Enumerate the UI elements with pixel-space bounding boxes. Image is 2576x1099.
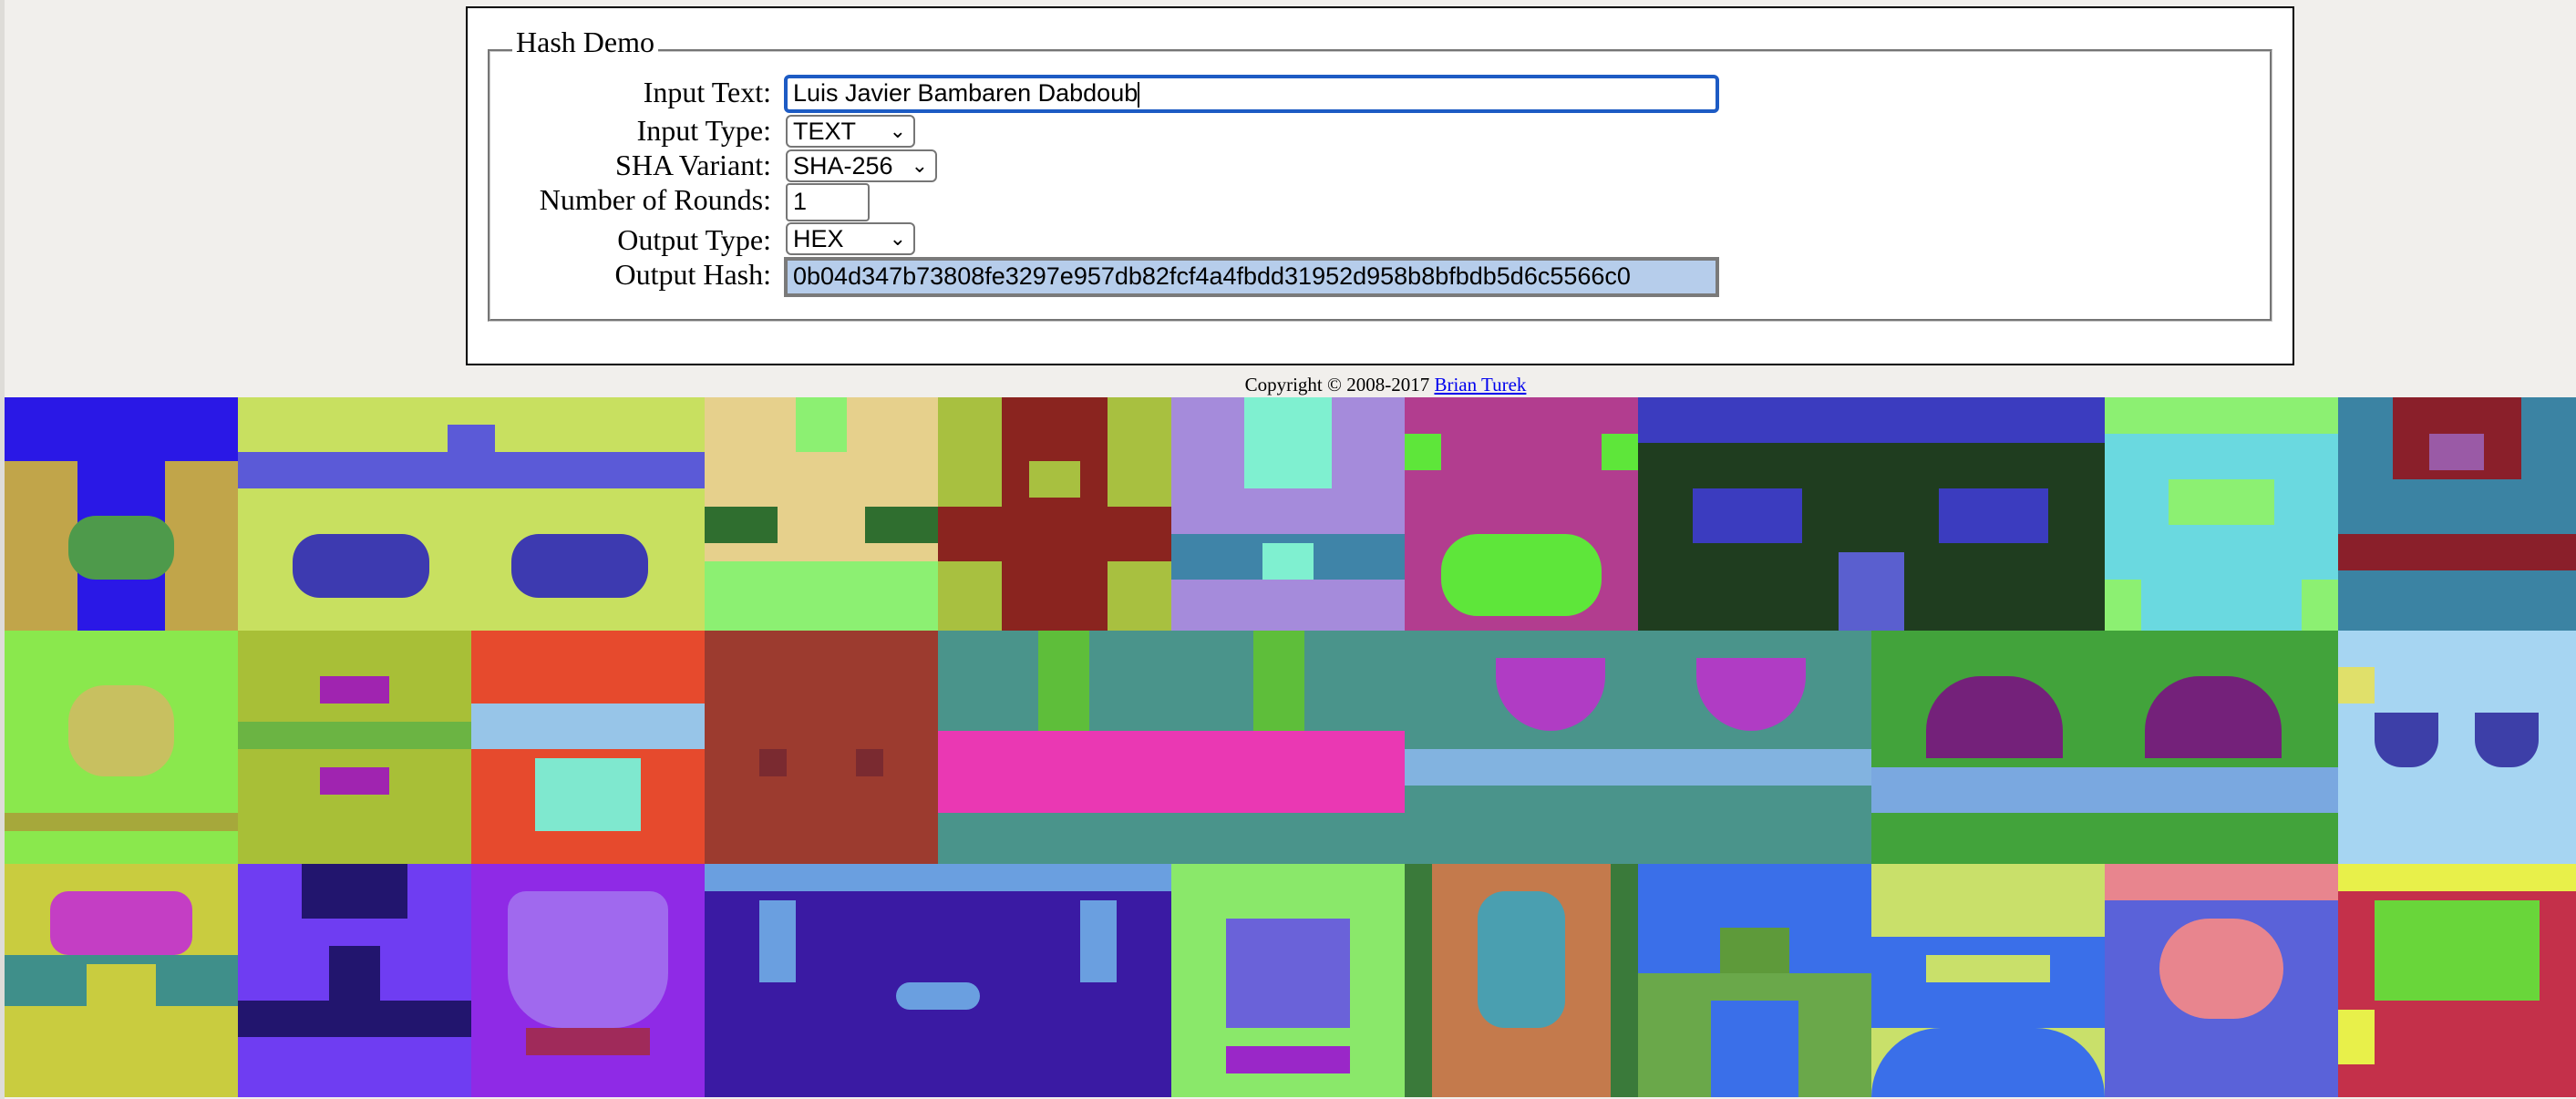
text-cursor bbox=[1138, 81, 1140, 108]
chevron-down-icon: ⌄ bbox=[889, 227, 906, 250]
input-text-label: Input Text: bbox=[643, 76, 771, 108]
mosaic-tile bbox=[705, 397, 938, 631]
identicon-mosaic bbox=[5, 397, 2576, 1099]
input-type-select[interactable]: TEXT ⌄ bbox=[786, 115, 915, 148]
chevron-down-icon: ⌄ bbox=[911, 154, 928, 177]
output-type-select[interactable]: HEX ⌄ bbox=[786, 222, 915, 255]
mosaic-tile bbox=[705, 864, 1171, 1097]
mosaic-tile bbox=[2338, 631, 2576, 864]
mosaic-tile bbox=[1171, 397, 1405, 631]
mosaic-tile bbox=[938, 631, 1405, 864]
chevron-down-icon: ⌄ bbox=[889, 119, 906, 142]
mosaic-tile bbox=[2105, 397, 2338, 631]
author-link[interactable]: Brian Turek bbox=[1434, 374, 1526, 395]
sha-variant-value: SHA-256 bbox=[793, 152, 893, 180]
output-type-label: Output Type: bbox=[617, 223, 771, 256]
mosaic-tile bbox=[238, 397, 705, 631]
mosaic-tile bbox=[1638, 864, 1871, 1097]
fieldset-legend: Hash Demo bbox=[512, 26, 658, 58]
mosaic-tile bbox=[5, 864, 238, 1097]
mosaic-tile bbox=[471, 631, 705, 864]
mosaic-tile bbox=[2338, 397, 2576, 631]
mosaic-tile bbox=[2105, 864, 2338, 1097]
mosaic-tile bbox=[1171, 864, 1405, 1097]
mosaic-tile bbox=[1405, 864, 1638, 1097]
input-text-value: Luis Javier Bambaren Dabdoub bbox=[793, 79, 1139, 107]
input-type-value: TEXT bbox=[793, 118, 857, 145]
input-type-label: Input Type: bbox=[636, 114, 771, 147]
mosaic-tile bbox=[1871, 864, 2105, 1097]
mosaic-tile bbox=[1405, 631, 1871, 864]
mosaic-tile bbox=[1405, 397, 1638, 631]
sha-variant-select[interactable]: SHA-256 ⌄ bbox=[786, 149, 937, 182]
mosaic-tile bbox=[705, 631, 938, 864]
rounds-input[interactable]: 1 bbox=[786, 183, 870, 221]
mosaic-tile bbox=[238, 864, 471, 1097]
mosaic-tile bbox=[5, 631, 238, 864]
mosaic-tile bbox=[5, 397, 238, 631]
mosaic-tile bbox=[1638, 397, 2105, 631]
output-hash-field[interactable]: 0b04d347b73808fe3297e957db82fcf4a4fbdd31… bbox=[784, 257, 1719, 297]
mosaic-tile bbox=[2338, 864, 2576, 1097]
sha-variant-label: SHA Variant: bbox=[615, 149, 771, 181]
output-hash-label: Output Hash: bbox=[614, 258, 771, 291]
mosaic-tile bbox=[238, 631, 471, 864]
rounds-label: Number of Rounds: bbox=[539, 183, 771, 216]
mosaic-tile bbox=[938, 397, 1171, 631]
copyright-footer: Copyright © 2008-2017 Brian Turek bbox=[0, 374, 2576, 396]
mosaic-tile bbox=[471, 864, 705, 1097]
output-type-value: HEX bbox=[793, 225, 844, 252]
copyright-text: Copyright © 2008-2017 bbox=[1244, 374, 1435, 395]
mosaic-tile bbox=[1871, 631, 2338, 864]
input-text-field[interactable]: Luis Javier Bambaren Dabdoub bbox=[784, 75, 1719, 113]
